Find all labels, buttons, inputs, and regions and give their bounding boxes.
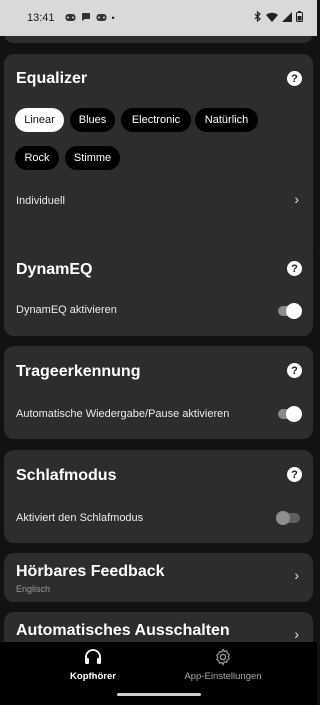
game-icon bbox=[96, 13, 107, 24]
wifi-icon bbox=[266, 12, 278, 25]
auto-off-title: Automatisches Ausschalten bbox=[16, 622, 230, 639]
equalizer-title: Equalizer bbox=[16, 70, 88, 87]
custom-eq-label[interactable]: Individuell bbox=[16, 195, 65, 207]
status-time: 13:41 bbox=[27, 12, 55, 24]
auto-off-row[interactable]: Automatisches Ausschalten › bbox=[4, 612, 313, 642]
signal-icon bbox=[282, 11, 292, 25]
dynameq-toggle[interactable] bbox=[276, 303, 302, 319]
help-icon[interactable]: ? bbox=[287, 71, 302, 86]
dynameq-title: DynamEQ bbox=[16, 261, 93, 278]
dynameq-card: DynamEQ ? DynamEQ aktivieren bbox=[4, 242, 313, 336]
nav-app-settings[interactable]: App-Einstellungen bbox=[148, 648, 298, 682]
nav-headphones[interactable]: Kopfhörer bbox=[18, 648, 168, 682]
preset-stimme[interactable]: Stimme bbox=[65, 146, 120, 170]
wear-detection-toggle[interactable] bbox=[276, 406, 302, 422]
bottom-navigation: Kopfhörer App-Einstellungen bbox=[0, 642, 317, 705]
home-indicator[interactable] bbox=[117, 693, 201, 696]
previous-card bbox=[4, 36, 313, 43]
toggle-thumb bbox=[286, 303, 302, 319]
dynameq-toggle-label: DynamEQ aktivieren bbox=[16, 304, 117, 316]
equalizer-card: Equalizer ? Linear Blues Electronic Natü… bbox=[4, 54, 313, 264]
audible-feedback-row[interactable]: Hörbares Feedback Englisch › bbox=[4, 553, 313, 602]
status-bar: 13:41 • bbox=[0, 0, 317, 36]
toggle-thumb bbox=[276, 511, 290, 525]
sleep-mode-title: Schlafmodus bbox=[16, 467, 117, 484]
wear-detection-toggle-label: Automatische Wiedergabe/Pause aktivieren bbox=[16, 408, 230, 420]
chevron-right-icon[interactable]: › bbox=[294, 626, 299, 642]
sleep-mode-card: Schlafmodus ? Aktiviert den Schlafmodus bbox=[4, 450, 313, 543]
audible-feedback-title: Hörbares Feedback bbox=[16, 563, 165, 580]
audible-feedback-value: Englisch bbox=[16, 584, 51, 594]
preset-linear[interactable]: Linear bbox=[15, 108, 64, 132]
help-icon[interactable]: ? bbox=[287, 363, 302, 378]
help-icon[interactable]: ? bbox=[287, 261, 302, 276]
bluetooth-icon bbox=[254, 10, 262, 25]
wear-detection-title: Trageerkennung bbox=[16, 363, 141, 380]
wear-detection-card: Trageerkennung ? Automatische Wiedergabe… bbox=[4, 346, 313, 439]
chevron-right-icon[interactable]: › bbox=[294, 567, 299, 583]
chevron-right-icon[interactable]: › bbox=[294, 191, 299, 207]
preset-blues[interactable]: Blues bbox=[70, 108, 115, 132]
sleep-mode-toggle-label: Aktiviert den Schlafmodus bbox=[16, 512, 144, 524]
settings-scroll-area[interactable]: Equalizer ? Linear Blues Electronic Natü… bbox=[0, 36, 317, 642]
headphones-icon bbox=[18, 648, 168, 668]
preset-natuerlich[interactable]: Natürlich bbox=[195, 108, 258, 132]
nav-app-settings-label: App-Einstellungen bbox=[184, 671, 262, 682]
gear-icon bbox=[148, 648, 298, 668]
chat-icon bbox=[81, 12, 91, 24]
system-icons bbox=[254, 10, 303, 25]
game-icon bbox=[65, 13, 76, 24]
preset-electronic[interactable]: Electronic bbox=[121, 108, 191, 132]
battery-icon bbox=[296, 11, 303, 25]
help-icon[interactable]: ? bbox=[287, 467, 302, 482]
toggle-thumb bbox=[286, 406, 302, 422]
sleep-mode-toggle[interactable] bbox=[276, 510, 302, 526]
preset-rock[interactable]: Rock bbox=[15, 146, 59, 170]
notification-dot: • bbox=[111, 13, 115, 23]
nav-headphones-label: Kopfhörer bbox=[70, 671, 116, 682]
notification-icons: • bbox=[65, 12, 115, 24]
